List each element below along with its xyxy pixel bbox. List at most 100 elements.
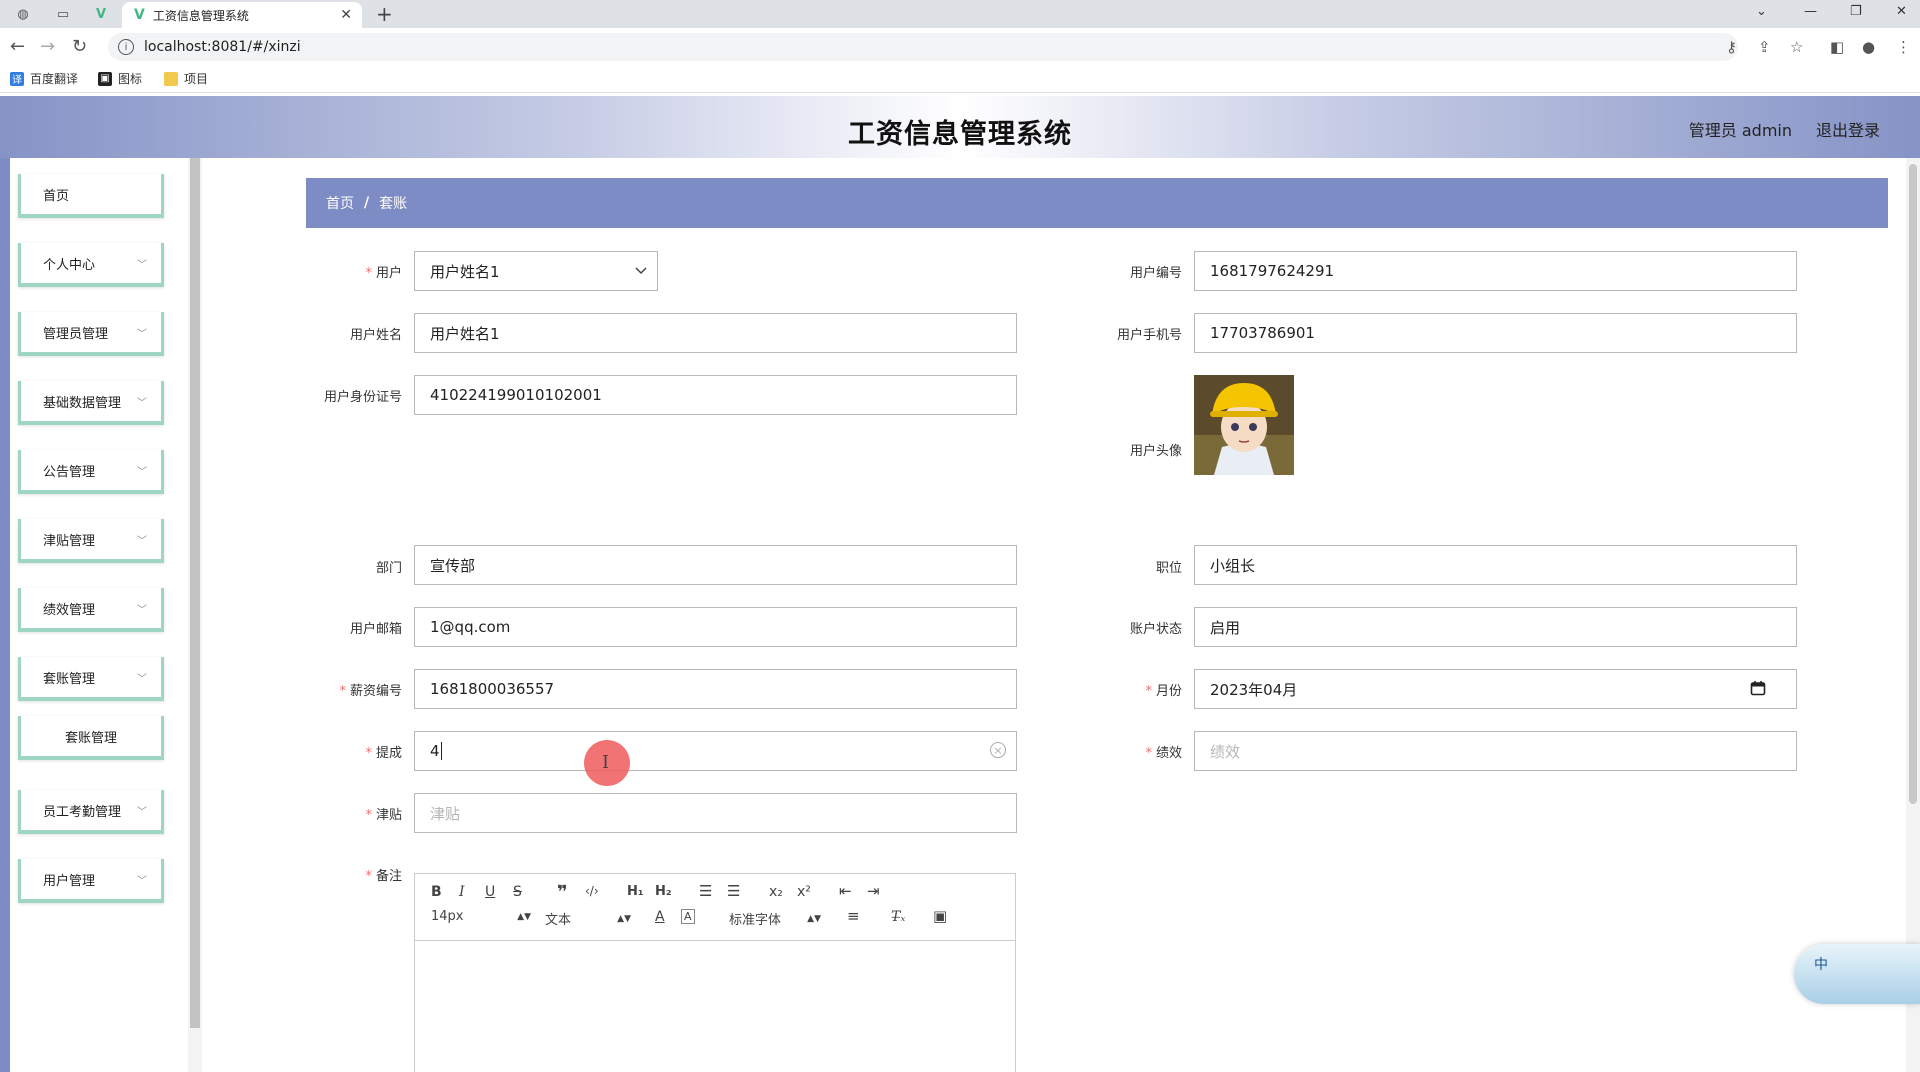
minimize-icon[interactable]: — xyxy=(1804,4,1817,19)
breadcrumb-home[interactable]: 首页 xyxy=(326,193,354,213)
clear-icon[interactable]: × xyxy=(990,742,1006,758)
department-field[interactable]: 宣传部 xyxy=(414,545,1017,585)
code-icon[interactable]: ‹/› xyxy=(585,884,599,898)
browser-tab-active[interactable]: V 工资信息管理系统 ✕ xyxy=(122,2,362,28)
scrollbar-thumb[interactable] xyxy=(1909,164,1917,804)
id-card-label: 用户身份证号 xyxy=(323,390,402,405)
font-size-select[interactable]: 14px ▲▼ xyxy=(431,909,531,924)
user-select[interactable]: 用户姓名1 xyxy=(414,251,658,291)
chevron-down-icon xyxy=(635,267,647,275)
menu-icon[interactable]: ⋮ xyxy=(1896,38,1911,56)
italic-icon[interactable]: I xyxy=(459,884,465,900)
url-text: localhost:8081/#/xinzi xyxy=(144,39,301,55)
restore-icon[interactable]: ❐ xyxy=(1850,4,1862,19)
browser-address-bar: ← → ↻ i localhost:8081/#/xinzi ⚷ ⇪ ☆ ◧ ●… xyxy=(0,28,1920,66)
side-panel-icon[interactable]: ◧ xyxy=(1830,38,1844,56)
background-color-icon[interactable]: A xyxy=(681,909,695,924)
font-color-icon[interactable]: A xyxy=(655,909,665,925)
profile-icon[interactable]: ● xyxy=(1862,38,1875,56)
bookmark-item[interactable]: ▣ 图标 xyxy=(98,70,142,87)
clear-format-icon[interactable]: T̶ₓ xyxy=(891,909,905,925)
user-no-field[interactable]: 1681797624291 xyxy=(1194,251,1797,291)
underline-icon[interactable]: U xyxy=(485,884,495,900)
sidebar-item-allowance[interactable]: 津贴管理 ﹀ xyxy=(18,519,164,563)
label-text: 提成 xyxy=(375,746,402,761)
translate-icon: 译 xyxy=(10,71,24,86)
id-card-field[interactable]: 410224199010102001 xyxy=(414,375,1017,415)
user-no-label: 用户编号 xyxy=(1129,266,1182,281)
strike-icon[interactable]: S xyxy=(513,884,522,900)
sidebar-item-performance[interactable]: 绩效管理 ﹀ xyxy=(18,588,164,632)
forward-icon[interactable]: → xyxy=(40,36,55,57)
sidebar-item-users[interactable]: 用户管理 ﹀ xyxy=(18,859,164,903)
share-icon[interactable]: ⇪ xyxy=(1758,38,1771,56)
ordered-list-icon[interactable]: ☰ xyxy=(699,882,712,900)
remark-label: * 备注 xyxy=(306,865,402,884)
department-label: 部门 xyxy=(375,561,402,576)
vue-tab-icon[interactable]: V xyxy=(86,3,116,25)
sidebar-item-notice[interactable]: 公告管理 ﹀ xyxy=(18,450,164,494)
calendar-icon[interactable] xyxy=(1750,680,1766,696)
indent-icon[interactable]: ⇥ xyxy=(867,882,880,900)
scrollbar-thumb[interactable] xyxy=(190,158,200,1028)
site-info-icon[interactable]: i xyxy=(118,39,134,55)
sidebar-item-profile[interactable]: 个人中心 ﹀ xyxy=(18,243,164,287)
user-phone-field[interactable]: 17703786901 xyxy=(1194,313,1797,353)
bullet-list-icon[interactable]: ☰ xyxy=(727,882,740,900)
position-field[interactable]: 小组长 xyxy=(1194,545,1797,585)
sidebar-item-admin[interactable]: 管理员管理 ﹀ xyxy=(18,312,164,356)
chevron-down-icon: ﹀ xyxy=(137,259,147,271)
back-icon[interactable]: ← xyxy=(10,36,25,57)
tab-search-icon[interactable]: ⌄ xyxy=(1756,4,1767,19)
blockquote-icon[interactable]: ❞ xyxy=(557,882,568,903)
star-icon[interactable]: ☆ xyxy=(1790,38,1803,56)
sidebar-item-attendance[interactable]: 员工考勤管理 ﹀ xyxy=(18,790,164,834)
breadcrumb: 首页 / 套账 xyxy=(306,178,1888,228)
select-arrows-icon: ▲▼ xyxy=(807,913,821,924)
bookmark-item[interactable]: 译 百度翻译 xyxy=(10,70,78,87)
key-icon[interactable]: ⚷ xyxy=(1726,38,1737,56)
page-scrollbar[interactable] xyxy=(1906,158,1920,1072)
account-status-field[interactable]: 启用 xyxy=(1194,607,1797,647)
superscript-icon[interactable]: x² xyxy=(797,884,811,900)
email-field[interactable]: 1@qq.com xyxy=(414,607,1017,647)
month-date-input[interactable]: 2023年04月 xyxy=(1194,669,1797,709)
ime-widget[interactable]: 中 xyxy=(1794,944,1920,1004)
close-tab-icon[interactable]: ✕ xyxy=(340,7,352,23)
pinned-tab-icon[interactable]: ▭ xyxy=(48,3,78,25)
new-tab-icon[interactable]: + xyxy=(376,2,393,26)
font-family-select[interactable]: 标准字体 ▲▼ xyxy=(729,909,821,928)
user-name-field[interactable]: 用户姓名1 xyxy=(414,313,1017,353)
sidebar-subitem-ledger[interactable]: 套账管理 xyxy=(18,716,164,760)
url-field[interactable]: i localhost:8081/#/xinzi xyxy=(108,33,1738,61)
sidebar-item-base-data[interactable]: 基础数据管理 ﹀ xyxy=(18,381,164,425)
performance-input[interactable]: 绩效 xyxy=(1194,731,1797,771)
reload-icon[interactable]: ↻ xyxy=(72,36,87,57)
label-text: 津贴 xyxy=(375,808,402,823)
sidebar-scrollbar[interactable] xyxy=(188,158,202,1072)
text-type-select[interactable]: 文本 ▲▼ xyxy=(545,909,631,928)
bold-icon[interactable]: B xyxy=(431,884,442,900)
bookmark-item[interactable]: 项目 xyxy=(164,70,208,87)
commission-input[interactable]: 4 × xyxy=(414,731,1017,771)
subscript-icon[interactable]: x₂ xyxy=(769,884,783,900)
chevron-down-icon: ﹀ xyxy=(137,806,147,818)
outdent-icon[interactable]: ⇤ xyxy=(839,882,852,900)
position-label: 职位 xyxy=(1155,561,1182,576)
align-icon[interactable]: ≡ xyxy=(847,907,860,925)
image-insert-icon[interactable]: ▣ xyxy=(933,907,947,925)
app-header: 工资信息管理系统 管理员 admin 退出登录 xyxy=(0,96,1920,158)
heading2-icon[interactable]: H₂ xyxy=(655,884,672,899)
required-mark: * xyxy=(1145,684,1152,699)
close-window-icon[interactable]: ✕ xyxy=(1896,4,1907,19)
remark-editor[interactable]: B I U S ❞ ‹/› H₁ H₂ ☰ ☰ x₂ x² ⇤ ⇥ 14px ▲▼… xyxy=(414,873,1016,1072)
allowance-input[interactable]: 津贴 xyxy=(414,793,1017,833)
salary-no-field[interactable]: 1681800036557 xyxy=(414,669,1017,709)
heading1-icon[interactable]: H₁ xyxy=(627,884,644,899)
user-avatar-image xyxy=(1194,375,1294,475)
sidebar-item-label: 基础数据管理 xyxy=(43,395,122,411)
sidebar-item-home[interactable]: 首页 xyxy=(18,174,164,218)
logout-button[interactable]: 退出登录 xyxy=(1816,117,1880,141)
sidebar-item-ledger[interactable]: 套账管理 ﹀ xyxy=(18,657,164,701)
pinned-tab-icon[interactable]: ◍ xyxy=(8,3,38,25)
